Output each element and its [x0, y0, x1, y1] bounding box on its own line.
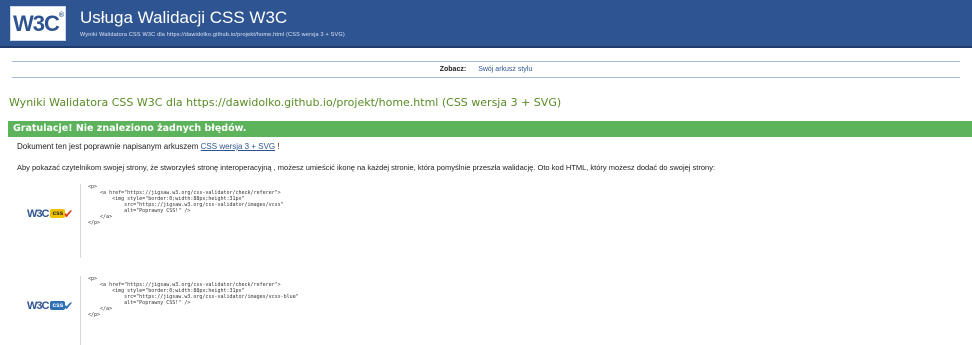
badge-code-snippet[interactable]: <p> <a href="https://jigsaw.w3.org/css-v… [80, 184, 380, 258]
check-icon: ✔ [63, 206, 74, 221]
badge-code-snippet[interactable]: <p> <a href="https://jigsaw.w3.org/css-v… [80, 276, 380, 345]
see-bar: Zobacz: Swój arkusz stylu [12, 61, 960, 78]
w3c-logo-text: W3C [12, 10, 60, 36]
badge-w3c-text: W3C [27, 299, 49, 312]
w3c-logo[interactable]: W3C ® [10, 6, 66, 41]
see-label: Zobacz: [439, 66, 467, 73]
document-valid-line: Dokument ten jest poprawnie napisanym ar… [17, 142, 280, 151]
check-icon: ✔ [63, 298, 74, 313]
site-subtitle: Wyniki Walidatora CSS W3C dla https://da… [80, 32, 345, 38]
document-valid-text: Dokument ten jest poprawnie napisanym ar… [17, 142, 199, 151]
w3c-logo-mark: ® [58, 12, 64, 19]
css-valid-gold-badge-icon: W3C css ✔ [27, 205, 75, 222]
badge-w3c-text: W3C [27, 207, 49, 220]
page-header: W3C ® Usługa Walidacji CSS W3C Wyniki Wal… [0, 0, 972, 48]
document-valid-suffix: ! [277, 142, 280, 151]
site-title: Usługa Walidacji CSS W3C [80, 8, 288, 27]
results-title: Wyniki Walidatora CSS W3C dla https://da… [9, 96, 562, 109]
your-stylesheet-link[interactable]: Swój arkusz stylu [478, 66, 532, 73]
css-valid-blue-badge-icon: W3C css ✔ [27, 297, 75, 314]
icon-info-text: Aby pokazać czytelnikom swojej strony, ż… [17, 163, 716, 172]
css-version-link[interactable]: CSS wersja 3 + SVG [201, 142, 275, 151]
congrats-banner: Gratulacje! Nie znaleziono żadnych błędó… [8, 121, 972, 137]
